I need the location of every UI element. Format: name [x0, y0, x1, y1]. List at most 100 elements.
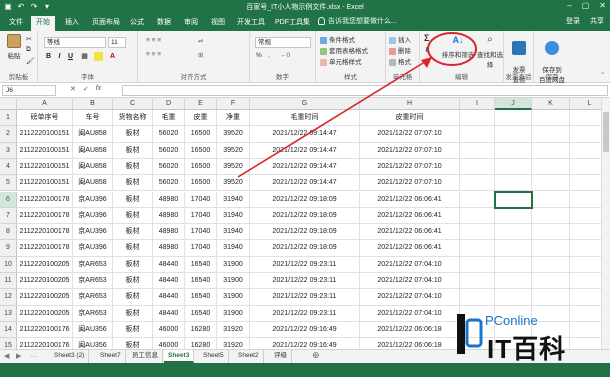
table-cell[interactable]: 17040: [185, 240, 217, 257]
table-cell[interactable]: 2021/12/22 09:14:47: [250, 142, 360, 159]
empty-cell[interactable]: [460, 289, 495, 306]
table-cell[interactable]: 31940: [217, 191, 250, 208]
tab-file[interactable]: 文件: [4, 16, 28, 31]
table-cell[interactable]: 板材: [113, 289, 153, 306]
prev-sheet-icon[interactable]: ◀: [4, 352, 9, 360]
tell-me-search[interactable]: 告诉我您想要做什么...: [318, 16, 397, 26]
table-cell[interactable]: 京AU396: [73, 191, 113, 208]
number-format-select[interactable]: 常规: [255, 37, 311, 48]
tab-data[interactable]: 数据: [152, 16, 176, 31]
empty-cell[interactable]: [495, 273, 532, 290]
column-header-i[interactable]: I: [460, 98, 495, 110]
tab-pdf-tools[interactable]: PDF工具集: [270, 16, 315, 31]
font-color-icon[interactable]: A: [108, 52, 117, 61]
cancel-entry-icon[interactable]: ✕: [70, 85, 76, 93]
table-cell[interactable]: 2021/12/22 09:14:47: [250, 158, 360, 176]
table-cell[interactable]: 16540: [185, 256, 217, 273]
maximize-button[interactable]: ▢: [582, 1, 590, 10]
empty-cell[interactable]: [460, 273, 495, 290]
empty-cell[interactable]: [495, 207, 532, 225]
empty-cell[interactable]: [495, 126, 532, 143]
empty-cell[interactable]: [532, 110, 570, 127]
empty-cell[interactable]: [495, 256, 532, 273]
empty-cell[interactable]: [460, 256, 495, 273]
table-cell[interactable]: 2021/12/22 07:07:10: [360, 175, 460, 192]
row-header[interactable]: 5: [0, 175, 17, 192]
empty-cell[interactable]: [495, 110, 532, 127]
table-cell[interactable]: 2021/12/22 06:06:41: [360, 224, 460, 241]
table-cell[interactable]: 2112220100151: [17, 142, 73, 159]
insert-function-icon[interactable]: fx: [96, 85, 101, 93]
empty-cell[interactable]: [532, 207, 570, 225]
table-cell[interactable]: 2021/12/22 07:04:10: [360, 289, 460, 306]
table-cell[interactable]: 2021/12/22 06:06:41: [360, 207, 460, 225]
autosum-icon[interactable]: Σ: [424, 33, 429, 43]
empty-cell[interactable]: [532, 224, 570, 241]
underline-button[interactable]: U: [66, 52, 75, 61]
table-cell[interactable]: 56020: [153, 175, 185, 192]
empty-cell[interactable]: [495, 224, 532, 241]
table-cell[interactable]: 31920: [217, 338, 250, 349]
confirm-entry-icon[interactable]: ✓: [83, 85, 89, 93]
empty-cell[interactable]: [532, 158, 570, 176]
table-cell[interactable]: 京AR653: [73, 305, 113, 322]
table-cell[interactable]: 2021/12/22 09:23:11: [250, 273, 360, 290]
table-cell[interactable]: 板材: [113, 338, 153, 349]
empty-cell[interactable]: [460, 207, 495, 225]
empty-cell[interactable]: [495, 175, 532, 192]
table-cell[interactable]: 31920: [217, 321, 250, 339]
table-cell[interactable]: 46000: [153, 338, 185, 349]
row-header[interactable]: 13: [0, 305, 17, 322]
table-cell[interactable]: 京AR653: [73, 273, 113, 290]
table-cell[interactable]: 2021/12/22 06:06:18: [360, 338, 460, 349]
table-cell[interactable]: 板材: [113, 126, 153, 143]
row-header[interactable]: 7: [0, 207, 17, 225]
table-cell[interactable]: 板材: [113, 175, 153, 192]
format-cells-button[interactable]: 格式: [389, 56, 411, 66]
table-cell[interactable]: 16540: [185, 289, 217, 306]
table-cell[interactable]: 2021/12/22 09:16:49: [250, 338, 360, 349]
table-cell[interactable]: 31900: [217, 273, 250, 290]
select-all-corner[interactable]: [0, 98, 17, 110]
table-cell[interactable]: 2021/12/22 09:16:49: [250, 321, 360, 339]
empty-cell[interactable]: [532, 142, 570, 159]
table-cell[interactable]: 板材: [113, 224, 153, 241]
row-header[interactable]: 15: [0, 338, 17, 349]
table-cell[interactable]: 39520: [217, 126, 250, 143]
table-cell[interactable]: 2021/12/22 07:04:10: [360, 305, 460, 322]
tab-formulas[interactable]: 公式: [125, 16, 149, 31]
formula-input[interactable]: [122, 85, 608, 96]
table-cell[interactable]: 2112220100205: [17, 273, 73, 290]
table-cell[interactable]: 闽AU356: [73, 338, 113, 349]
table-cell[interactable]: 京AU396: [73, 224, 113, 241]
empty-cell[interactable]: [460, 240, 495, 257]
increase-decimal-icon[interactable]: ←0: [280, 52, 290, 59]
row-header[interactable]: 9: [0, 240, 17, 257]
table-cell[interactable]: 2021/12/22 09:23:11: [250, 289, 360, 306]
table-cell[interactable]: 48440: [153, 289, 185, 306]
table-cell[interactable]: 31940: [217, 240, 250, 257]
empty-cell[interactable]: [460, 158, 495, 176]
row-header[interactable]: 6: [0, 191, 17, 208]
table-cell[interactable]: 京AU396: [73, 207, 113, 225]
table-header-cell[interactable]: 净重: [217, 110, 250, 127]
row-header[interactable]: 1: [0, 110, 17, 127]
table-header-cell[interactable]: 皮重时间: [360, 110, 460, 127]
empty-cell[interactable]: [460, 110, 495, 127]
empty-cell[interactable]: [460, 126, 495, 143]
wrap-text-icon[interactable]: ⇌: [198, 37, 203, 45]
table-header-cell[interactable]: 磅单序号: [17, 110, 73, 127]
table-cell[interactable]: 板材: [113, 321, 153, 339]
table-cell[interactable]: 31900: [217, 305, 250, 322]
cell-styles-button[interactable]: 单元格样式: [320, 56, 362, 66]
table-cell[interactable]: 2021/12/22 07:07:10: [360, 126, 460, 143]
bold-button[interactable]: B: [44, 52, 53, 61]
table-cell[interactable]: 板材: [113, 191, 153, 208]
table-cell[interactable]: 2112220100178: [17, 207, 73, 225]
row-header[interactable]: 10: [0, 256, 17, 273]
sheet-tab[interactable]: Sheet7: [96, 350, 126, 363]
empty-cell[interactable]: [532, 175, 570, 192]
table-cell[interactable]: 31900: [217, 256, 250, 273]
table-cell[interactable]: 板材: [113, 240, 153, 257]
table-cell[interactable]: 48440: [153, 305, 185, 322]
